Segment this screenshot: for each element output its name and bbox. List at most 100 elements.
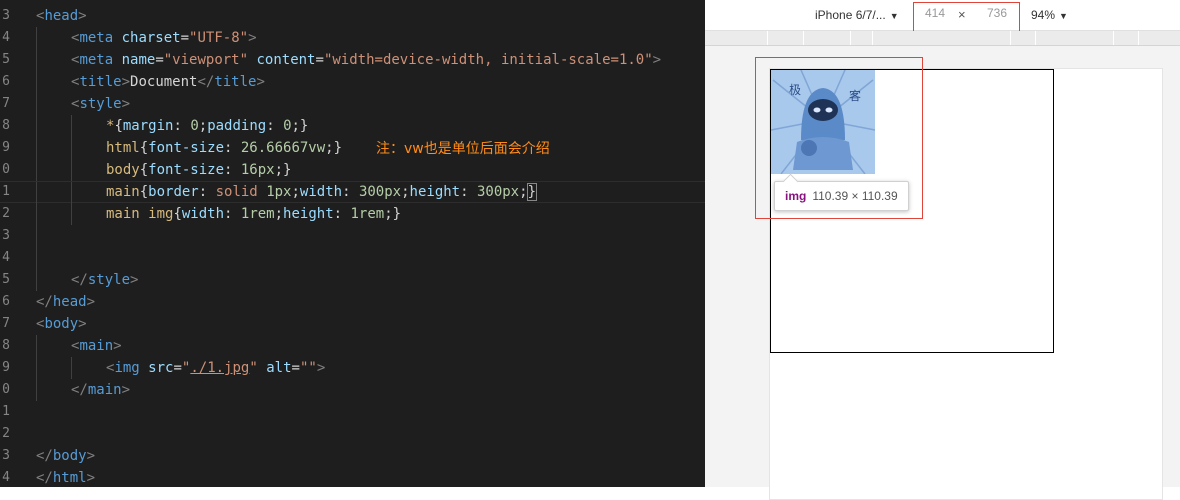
code-text: <meta charset="UTF-8"> (71, 27, 257, 49)
code-token: 0 (283, 118, 292, 134)
caret-down-icon: ▼ (1059, 11, 1068, 21)
code-token: meta (79, 30, 114, 46)
code-token: head (52, 294, 87, 310)
line-number: 6 (2, 74, 10, 89)
code-token: > (86, 294, 96, 310)
code-line[interactable]: 4 <meta charset="UTF-8"> (0, 27, 705, 49)
code-token: > (86, 448, 96, 464)
code-token: charset (121, 30, 181, 46)
code-token: 1rem (350, 206, 385, 222)
code-line[interactable]: 4 </html> (0, 467, 705, 487)
code-line[interactable]: 8 *{margin: 0;padding: 0;} (0, 115, 705, 137)
code-token: title (79, 74, 122, 90)
code-line[interactable]: 6 </head> (0, 291, 705, 313)
code-text: <title>Document</title> (71, 71, 265, 93)
code-token: { (173, 206, 182, 222)
code-editor[interactable]: 3 <head> 4 <meta charset="UTF-8"> 5 <meta nam… (0, 0, 705, 487)
code-line[interactable]: 5 <meta name="viewport" content="width=de… (0, 49, 705, 71)
code-line[interactable]: 3 </body> (0, 445, 705, 467)
code-line[interactable]: 7 <body> (0, 313, 705, 335)
code-token: > (652, 52, 662, 68)
code-text: <main> (71, 335, 122, 357)
code-line[interactable]: 4 (0, 247, 705, 269)
code-text: <style> (71, 93, 130, 115)
code-token: > (316, 360, 326, 376)
indent-guide (36, 379, 37, 401)
line-number: 7 (2, 96, 10, 111)
code-token: } (526, 183, 538, 201)
indent-guide (36, 225, 37, 247)
annotation-note: 注：vw也是单位后面会介绍 (376, 141, 550, 157)
line-number: 0 (2, 382, 10, 397)
code-token: > (256, 74, 265, 90)
line-number: 4 (2, 470, 10, 485)
code-token: main (79, 338, 114, 354)
code-line[interactable]: 3 (0, 225, 705, 247)
line-number: 9 (2, 140, 10, 155)
code-line[interactable]: 3 <head> (0, 5, 705, 27)
code-line[interactable]: 5 </style> (0, 269, 705, 291)
code-line[interactable]: 1 main{border: solid 1px;width: 300px;hei… (0, 181, 705, 204)
code-text: <head> (36, 5, 87, 27)
code-token: > (78, 316, 87, 332)
line-number: 5 (2, 272, 10, 287)
code-token: 16px (240, 162, 275, 178)
code-token: { (114, 118, 123, 134)
code-token: ./1.jpg (190, 360, 250, 376)
code-text: <meta name="viewport" content="width=dev… (71, 49, 661, 71)
line-number: 0 (2, 162, 10, 177)
code-line[interactable]: 7 <style> (0, 93, 705, 115)
zoom-select[interactable]: 94% ▼ (1031, 8, 1068, 22)
code-token: { (139, 140, 149, 156)
code-token: border (148, 184, 199, 200)
code-text: </main> (71, 379, 130, 401)
code-token: > (130, 272, 139, 288)
code-line[interactable]: 9 html{font-size: 26.66667vw;} (0, 137, 705, 159)
code-line[interactable]: 9 <img src="./1.jpg" alt=""> (0, 357, 705, 379)
code-line[interactable]: 1 (0, 401, 705, 423)
code-token: > (121, 74, 131, 90)
code-line[interactable]: 0 body{font-size: 16px;} (0, 159, 705, 181)
code-token: = (180, 30, 190, 46)
device-select-label: iPhone 6/7/... (815, 8, 886, 22)
code-text: html{font-size: 26.66667vw;} (106, 137, 342, 159)
element-inspect-tooltip: img 110.39 × 110.39 (774, 173, 909, 211)
code-text: <body> (36, 313, 87, 335)
code-token: </ (36, 470, 53, 486)
code-token: name (121, 52, 156, 68)
ruler-tick (1035, 31, 1036, 45)
code-token: "viewport" (163, 52, 249, 68)
ruler-tick (850, 31, 851, 45)
code-token: : (333, 206, 351, 222)
code-token: : (173, 118, 191, 134)
code-token: padding (207, 118, 267, 134)
line-number: 7 (2, 316, 10, 331)
media-query-ruler[interactable] (705, 31, 1180, 46)
ruler-tick (767, 31, 768, 45)
code-text: </style> (71, 269, 138, 291)
code-token: title (214, 74, 257, 90)
indent-guide (36, 49, 37, 71)
line-number: 3 (2, 228, 10, 243)
code-line[interactable]: 2 main img{width: 1rem;height: 1rem;} (0, 203, 705, 225)
indent-guide (71, 182, 72, 204)
line-number: 1 (2, 184, 10, 199)
code-token: main (87, 382, 122, 398)
code-line[interactable]: 8 <main> (0, 335, 705, 357)
code-token: "UTF-8" (189, 30, 249, 46)
code-line[interactable]: 0 </main> (0, 379, 705, 401)
code-token: style (79, 96, 122, 112)
device-select[interactable]: iPhone 6/7/... ▼ (815, 8, 899, 22)
code-line[interactable]: 2 (0, 423, 705, 445)
code-line[interactable]: 6 <title>Document</title> (0, 71, 705, 93)
line-number: 3 (2, 8, 10, 23)
code-token: " (249, 360, 258, 376)
code-token: </ (197, 74, 215, 90)
code-token: src (148, 360, 174, 376)
code-token: html (106, 140, 140, 156)
code-token: 1px (266, 184, 292, 200)
code-token: ;} (325, 140, 343, 156)
